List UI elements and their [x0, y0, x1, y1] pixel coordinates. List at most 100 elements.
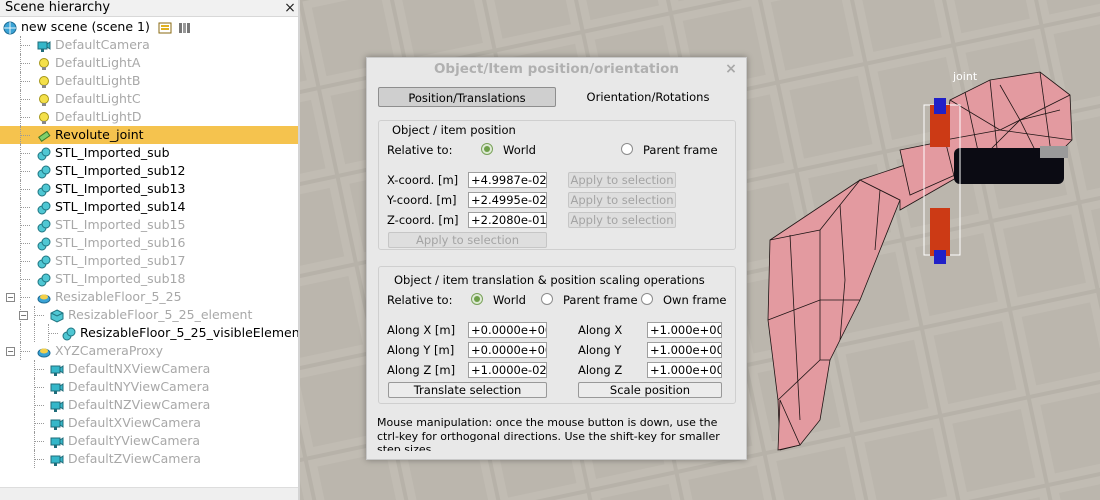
tree-connector — [20, 180, 21, 198]
tree-connector — [34, 324, 35, 342]
tree-connector — [20, 342, 21, 360]
hierarchy-row[interactable]: DefaultZViewCamera — [0, 450, 298, 468]
camera-icon — [50, 434, 64, 448]
tree-connector — [20, 81, 30, 82]
z-coord-field[interactable]: +2.2080e-01 — [468, 212, 547, 228]
tree-connector — [34, 414, 35, 432]
tree-connector — [48, 324, 49, 342]
camera-icon — [50, 398, 64, 412]
radio-world[interactable] — [481, 143, 493, 155]
hierarchy-row[interactable]: new scene (scene 1) — [0, 18, 298, 36]
hierarchy-row[interactable]: − ResizableFloor_5_25_element — [0, 306, 298, 324]
hierarchy-row[interactable]: STL_Imported_sub13 — [0, 180, 298, 198]
light-icon — [37, 56, 51, 70]
translation-group-heading: Object / item translation & position sca… — [394, 273, 705, 287]
collapse-toggle[interactable]: − — [6, 347, 15, 356]
hierarchy-row[interactable]: DefaultLightA — [0, 54, 298, 72]
tree-connector — [20, 270, 21, 288]
camera-icon — [50, 452, 64, 466]
hierarchy-row[interactable]: DefaultLightC — [0, 90, 298, 108]
hierarchy-row[interactable]: DefaultXViewCamera — [0, 414, 298, 432]
tree-connector — [20, 90, 21, 108]
tree-connector — [20, 261, 30, 262]
hierarchy-row-label: STL_Imported_sub12 — [55, 163, 186, 178]
tab-position-translations[interactable]: Position/Translations — [378, 87, 556, 107]
hierarchy-row[interactable]: − XYZCameraProxy — [0, 342, 298, 360]
shape-icon — [37, 200, 51, 215]
radio-translation-parent[interactable] — [541, 293, 553, 305]
tree-connector — [20, 297, 30, 298]
apply-all-button[interactable]: Apply to selection — [388, 232, 547, 248]
apply-z-button[interactable]: Apply to selection — [568, 212, 676, 228]
hierarchy-row[interactable]: DefaultLightB — [0, 72, 298, 90]
hierarchy-row[interactable]: STL_Imported_sub15 — [0, 216, 298, 234]
radio-translation-own-label: Own frame — [663, 293, 727, 307]
tree-connector — [20, 117, 30, 118]
apply-x-button[interactable]: Apply to selection — [568, 172, 676, 188]
hierarchy-row[interactable]: STL_Imported_sub14 — [0, 198, 298, 216]
radio-parent-frame-label: Parent frame — [643, 143, 718, 157]
y-coord-field[interactable]: +2.4995e-02 — [468, 192, 547, 208]
hierarchy-row[interactable]: STL_Imported_sub16 — [0, 234, 298, 252]
radio-parent-frame[interactable] — [621, 143, 633, 155]
scene-hierarchy-panel: Scene hierarchy × new scene (scene 1) Def… — [0, 0, 298, 500]
tree-connector — [20, 252, 21, 270]
tab-orientation-rotations[interactable]: Orientation/Rotations — [559, 87, 737, 107]
joint-label: joint — [952, 70, 978, 83]
x-coord-field[interactable]: +4.9987e-02 — [468, 172, 547, 188]
hierarchy-row[interactable]: Revolute_joint — [0, 126, 298, 144]
collapse-toggle[interactable]: − — [6, 293, 15, 302]
tree-connector — [34, 450, 35, 468]
scale-position-button[interactable]: Scale position — [578, 382, 722, 398]
along-z-field[interactable]: +1.0000e-02 — [468, 362, 547, 378]
scale-x-field[interactable]: +1.000e+00 — [647, 322, 722, 338]
tree-connector — [20, 234, 21, 252]
base-disk — [954, 146, 1068, 184]
hierarchy-row[interactable]: − ResizableFloor_5_25 — [0, 288, 298, 306]
hierarchy-row[interactable]: ResizableFloor_5_25_visibleElement — [0, 324, 298, 342]
hierarchy-row-label: ResizableFloor_5_25_visibleElement — [80, 325, 298, 340]
tree-connector — [20, 288, 21, 306]
hierarchy-row[interactable]: DefaultNZViewCamera — [0, 396, 298, 414]
hierarchy-row-label: STL_Imported_sub — [55, 145, 170, 160]
shape-icon — [37, 218, 51, 233]
scale-y-field[interactable]: +1.000e+00 — [647, 342, 722, 358]
mouse-manipulation-info: Mouse manipulation: once the mouse butto… — [377, 416, 720, 451]
hierarchy-row-label: DefaultLightD — [55, 109, 142, 124]
position-group-heading: Object / item position — [392, 123, 516, 137]
hierarchy-row-label: STL_Imported_sub16 — [55, 235, 186, 250]
hierarchy-horizontal-scrollbar[interactable] — [0, 487, 298, 500]
hierarchy-row[interactable]: DefaultYViewCamera — [0, 432, 298, 450]
hierarchy-row-label: STL_Imported_sub13 — [55, 181, 186, 196]
tree-connector — [20, 216, 21, 234]
camera-icon — [50, 416, 64, 430]
hierarchy-row[interactable]: DefaultCamera — [0, 36, 298, 54]
hierarchy-row[interactable]: DefaultNYViewCamera — [0, 378, 298, 396]
scale-z-field[interactable]: +1.000e+00 — [647, 362, 722, 378]
hierarchy-row-label: DefaultCamera — [55, 37, 150, 52]
hierarchy-row[interactable]: STL_Imported_sub — [0, 144, 298, 162]
translate-selection-button[interactable]: Translate selection — [388, 382, 547, 398]
close-icon[interactable]: × — [724, 61, 738, 77]
hierarchy-row-label: DefaultNZViewCamera — [68, 397, 211, 412]
along-y-field[interactable]: +0.0000e+00 — [468, 342, 547, 358]
hierarchy-row[interactable]: STL_Imported_sub18 — [0, 270, 298, 288]
position-orientation-dialog: Object/Item position/orientation × Posit… — [366, 57, 747, 460]
script-icon[interactable] — [158, 20, 172, 34]
hierarchy-row[interactable]: DefaultLightD — [0, 108, 298, 126]
scale-y-label: Along Y — [578, 343, 622, 357]
hierarchy-row-label: STL_Imported_sub14 — [55, 199, 186, 214]
apply-y-button[interactable]: Apply to selection — [568, 192, 676, 208]
radio-world-label: World — [503, 143, 536, 157]
hierarchy-row[interactable]: DefaultNXViewCamera — [0, 360, 298, 378]
hierarchy-title: Scene hierarchy — [5, 0, 111, 15]
customization-script-icon[interactable] — [177, 20, 191, 34]
tree-connector — [34, 405, 44, 406]
collapse-toggle[interactable]: − — [19, 311, 28, 320]
radio-translation-own[interactable] — [641, 293, 653, 305]
radio-translation-world[interactable] — [471, 293, 483, 305]
along-x-field[interactable]: +0.0000e+00 — [468, 322, 547, 338]
hierarchy-row[interactable]: STL_Imported_sub12 — [0, 162, 298, 180]
close-icon[interactable]: × — [284, 0, 296, 16]
hierarchy-row[interactable]: STL_Imported_sub17 — [0, 252, 298, 270]
